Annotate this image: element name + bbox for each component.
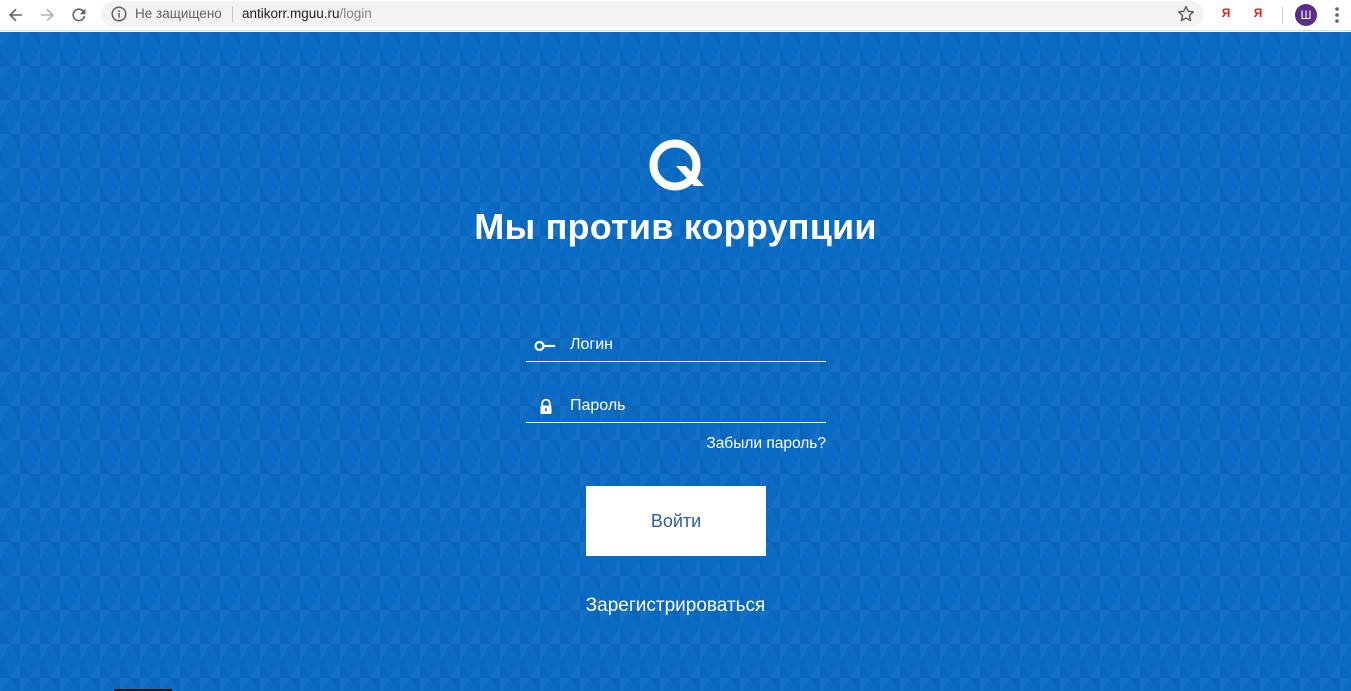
toolbar-divider [1282, 7, 1283, 24]
url-text[interactable]: antikorr.mguu.ru/login [242, 6, 372, 21]
q-logo-icon [649, 139, 704, 191]
browser-toolbar: Не защищено antikorr.mguu.ru/login Я Я Ш [0, 0, 1351, 31]
address-bar[interactable]: Не защищено antikorr.mguu.ru/login [101, 1, 1204, 27]
login-input[interactable] [570, 330, 822, 360]
yandex-extension-1[interactable]: Я [1218, 6, 1234, 20]
url-path: /login [339, 6, 372, 21]
register-row: Зарегистрироваться [0, 595, 1351, 617]
url-host: antikorr.mguu.ru [242, 6, 340, 21]
forgot-password-link[interactable]: Забыли пароль? [526, 435, 826, 453]
login-page: Мы против коррупции Забыли пароль? Войти… [0, 32, 1351, 691]
profile-avatar[interactable]: Ш [1295, 4, 1317, 26]
back-button[interactable] [4, 3, 28, 27]
kebab-menu-icon[interactable] [1327, 5, 1347, 25]
key-icon [534, 340, 556, 352]
reload-button[interactable] [67, 3, 91, 27]
login-button[interactable]: Войти [586, 486, 766, 556]
lock-icon [540, 398, 552, 414]
page-title: Мы против коррупции [474, 206, 877, 247]
password-input[interactable] [570, 391, 822, 421]
password-field[interactable] [526, 391, 826, 423]
security-status-label[interactable]: Не защищено [135, 6, 222, 21]
info-icon[interactable] [110, 5, 128, 23]
omnibox-divider [232, 6, 233, 22]
yandex-extension-2[interactable]: Я [1250, 6, 1266, 20]
register-link[interactable]: Зарегистрироваться [586, 595, 766, 616]
forward-button[interactable] [35, 3, 59, 27]
star-icon[interactable] [1176, 4, 1196, 24]
arrow-right-icon [41, 8, 54, 22]
login-field[interactable] [526, 330, 826, 362]
arrow-left-icon [9, 8, 22, 22]
reload-icon [72, 8, 86, 22]
